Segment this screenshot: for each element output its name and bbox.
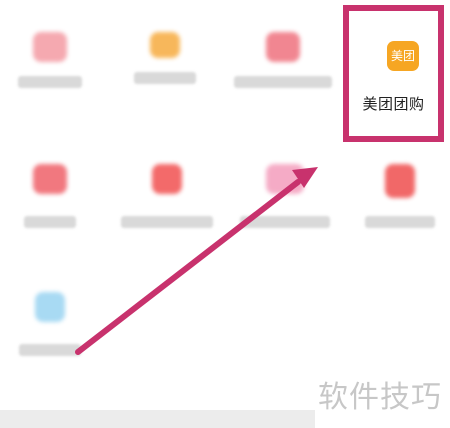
app-icon bbox=[35, 292, 65, 322]
app-label-blurred bbox=[134, 72, 196, 84]
app-tile-blurred-2[interactable] bbox=[115, 32, 215, 84]
app-icon bbox=[385, 164, 415, 198]
app-label-blurred bbox=[240, 216, 330, 228]
app-tile-blurred-5[interactable] bbox=[117, 164, 217, 228]
app-label-blurred bbox=[365, 216, 435, 228]
app-label-blurred bbox=[18, 76, 82, 88]
app-tile-blurred-3[interactable] bbox=[233, 32, 333, 88]
meituan-app-icon: 美团 bbox=[387, 41, 419, 71]
app-tile-blurred-8[interactable] bbox=[0, 292, 100, 356]
app-tile-blurred-4[interactable] bbox=[0, 164, 100, 228]
app-icon bbox=[152, 164, 182, 194]
app-label-blurred bbox=[19, 344, 81, 356]
bottom-divider-bar bbox=[0, 410, 315, 428]
watermark-text: 软件技巧 bbox=[318, 380, 442, 415]
app-icon bbox=[33, 32, 67, 62]
app-label-blurred bbox=[234, 76, 332, 88]
app-tile-blurred-6[interactable] bbox=[235, 164, 335, 228]
app-label-blurred bbox=[121, 216, 213, 228]
meituan-app-tile-highlight[interactable]: 美团 美团团购 bbox=[343, 5, 444, 142]
app-grid: 美团 美团团购 bbox=[0, 0, 450, 428]
meituan-app-label: 美团团购 bbox=[362, 95, 425, 113]
app-icon bbox=[266, 164, 304, 194]
app-tile-blurred-1[interactable] bbox=[0, 32, 100, 88]
app-icon bbox=[266, 32, 300, 62]
app-tile-blurred-7[interactable] bbox=[350, 164, 450, 228]
app-label-blurred bbox=[24, 216, 76, 228]
app-icon bbox=[150, 32, 180, 58]
app-icon bbox=[33, 164, 67, 194]
